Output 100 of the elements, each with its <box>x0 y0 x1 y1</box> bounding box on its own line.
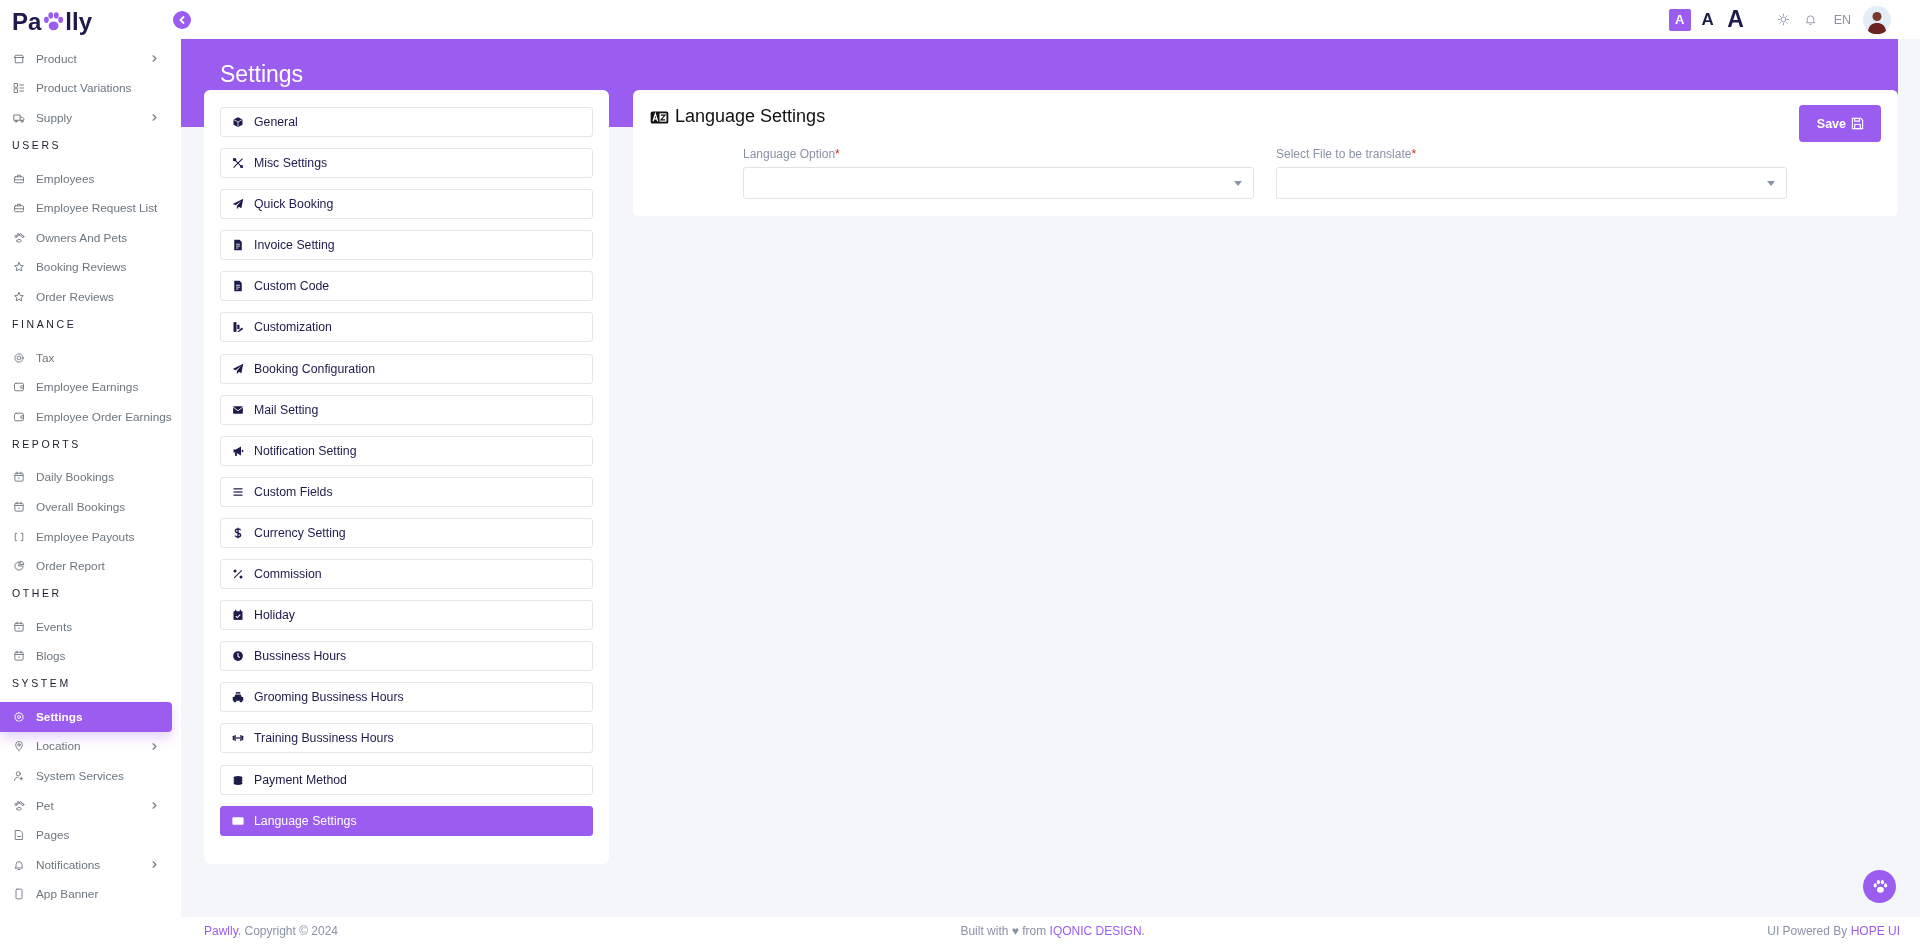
sidebar-item[interactable]: Product <box>0 44 172 74</box>
settings-menu-item[interactable]: Custom Code <box>220 271 593 302</box>
briefcase-icon <box>13 172 25 185</box>
sidebar-item[interactable]: Employees <box>0 163 172 194</box>
field-label: Select File to be translate* <box>1276 147 1417 161</box>
tools-icon <box>232 157 244 170</box>
sidebar-item[interactable]: Owners And Pets <box>0 222 172 253</box>
settings-menu-item[interactable]: Holiday <box>220 600 593 631</box>
sun-icon[interactable] <box>1776 13 1790 26</box>
panel-title: Language Settings <box>675 106 826 127</box>
user-icon <box>13 770 25 783</box>
sidebar-item[interactable]: Blogs <box>0 641 172 672</box>
sidebar-item[interactable]: Notifications <box>0 850 172 880</box>
truck-icon <box>13 112 25 124</box>
page-title: Settings <box>219 60 304 89</box>
sidebar-item[interactable]: Employee Request List <box>0 193 172 223</box>
sidebar-item[interactable]: Order Report <box>0 551 172 581</box>
brand-link[interactable]: Pawlly <box>204 924 238 938</box>
font-size-button[interactable]: A <box>1696 8 1719 31</box>
settings-menu-item[interactable]: Invoice Setting <box>220 230 593 261</box>
sidebar-item[interactable]: Employee Earnings <box>0 372 172 402</box>
plane-icon <box>232 198 244 211</box>
briefcase-icon <box>13 202 25 215</box>
sidebar-item[interactable]: Pet <box>0 790 172 821</box>
page-icon <box>13 829 25 842</box>
sidebar-item[interactable]: Booking Reviews <box>0 252 172 283</box>
sidebar-item[interactable]: Events <box>0 611 172 642</box>
sidebar-item[interactable]: Product Variations <box>0 73 172 104</box>
settings-menu-item[interactable]: Currency Setting <box>220 517 593 548</box>
section-heading: FINANCE <box>11 316 78 332</box>
settings-menu-item[interactable]: Commission <box>220 559 593 590</box>
save-button[interactable]: Save <box>1798 105 1881 142</box>
coin-icon <box>13 351 25 364</box>
powered-by-link[interactable]: HOPE UI <box>1850 924 1900 938</box>
settings-menu-item[interactable]: General <box>220 107 593 137</box>
sidebar-item[interactable]: App Banner <box>0 879 172 910</box>
sidebar-item[interactable]: Settings <box>0 702 172 732</box>
star-icon <box>13 290 25 303</box>
plane-icon <box>232 362 244 375</box>
bell-icon <box>13 858 25 871</box>
settings-menu-item[interactable]: Grooming Bussiness Hours <box>220 682 593 713</box>
settings-menu-item[interactable]: Language Settings <box>220 805 593 836</box>
font-size-button[interactable]: A <box>1668 8 1691 31</box>
megaphone-icon <box>232 444 244 457</box>
phone-icon <box>13 888 25 901</box>
language-selector[interactable]: EN <box>1833 12 1851 27</box>
pie-icon <box>13 560 25 573</box>
star-icon <box>13 261 25 274</box>
dollar-icon <box>232 526 244 539</box>
paw-button[interactable] <box>1863 870 1896 903</box>
copyright-text: Pawlly. Copyright © 2024 <box>204 924 339 938</box>
chevron-left-icon <box>177 14 187 25</box>
section-heading: OTHER <box>11 585 63 601</box>
sidebar-item[interactable]: Daily Bookings <box>0 462 172 493</box>
settings-menu-item[interactable]: Custom Fields <box>220 476 593 507</box>
bars-icon <box>232 485 244 498</box>
sidebar-item[interactable]: Employee Payouts <box>0 521 172 552</box>
sidebar-item[interactable]: Overall Bookings <box>0 492 172 522</box>
powered-by-text: UI Powered By HOPE UI <box>1767 924 1900 938</box>
section-heading: REPORTS <box>11 436 82 452</box>
car-icon <box>232 691 244 704</box>
credit-link[interactable]: IQONIC DESIGN <box>1049 924 1142 938</box>
caret-icon <box>1234 180 1242 186</box>
font-size-button[interactable]: A <box>1724 8 1747 31</box>
calendar-icon <box>13 650 25 663</box>
settings-menu-item[interactable]: Payment Method <box>220 764 593 795</box>
calendar-icon <box>13 500 25 513</box>
envelope-icon <box>232 403 244 416</box>
percent-icon <box>232 568 244 581</box>
settings-menu-item[interactable]: Quick Booking <box>220 189 593 220</box>
sidebar-item[interactable]: Tax <box>0 342 172 373</box>
sidebar-item[interactable]: System Services <box>0 761 172 791</box>
bell-icon[interactable] <box>1803 13 1817 26</box>
settings-menu-item[interactable]: Misc Settings <box>220 148 593 179</box>
select-field[interactable] <box>1276 167 1787 199</box>
calendar-icon <box>13 620 25 633</box>
sidebar-item[interactable]: Supply <box>0 103 172 133</box>
clock-icon <box>232 650 244 663</box>
avatar-icon[interactable] <box>1863 5 1891 34</box>
settings-menu-item[interactable]: Bussiness Hours <box>220 641 593 672</box>
sidebar-item[interactable]: Order Reviews <box>0 282 172 312</box>
settings-menu-item[interactable]: Mail Setting <box>220 394 593 425</box>
logo: Pa lly <box>11 7 94 37</box>
settings-menu-item[interactable]: Notification Setting <box>220 435 593 466</box>
document-icon <box>232 239 244 252</box>
sidebar-item[interactable]: Employee Order Earnings <box>0 401 172 432</box>
sidebar-item[interactable]: Location <box>0 731 172 762</box>
gear-icon <box>13 710 25 723</box>
grid-icon <box>13 82 25 95</box>
store-icon <box>13 52 25 65</box>
cube-icon <box>232 116 244 128</box>
calendar-icon <box>13 471 25 484</box>
settings-menu-item[interactable]: Training Bussiness Hours <box>220 723 593 754</box>
settings-menu-item[interactable]: Customization <box>220 312 593 343</box>
wallet-icon <box>13 410 25 423</box>
wallet-icon <box>13 381 25 394</box>
settings-menu-item[interactable]: Booking Configuration <box>220 353 593 384</box>
caret-icon <box>1767 180 1775 186</box>
select-field[interactable] <box>743 167 1254 199</box>
sidebar-item[interactable]: Pages <box>0 820 172 851</box>
